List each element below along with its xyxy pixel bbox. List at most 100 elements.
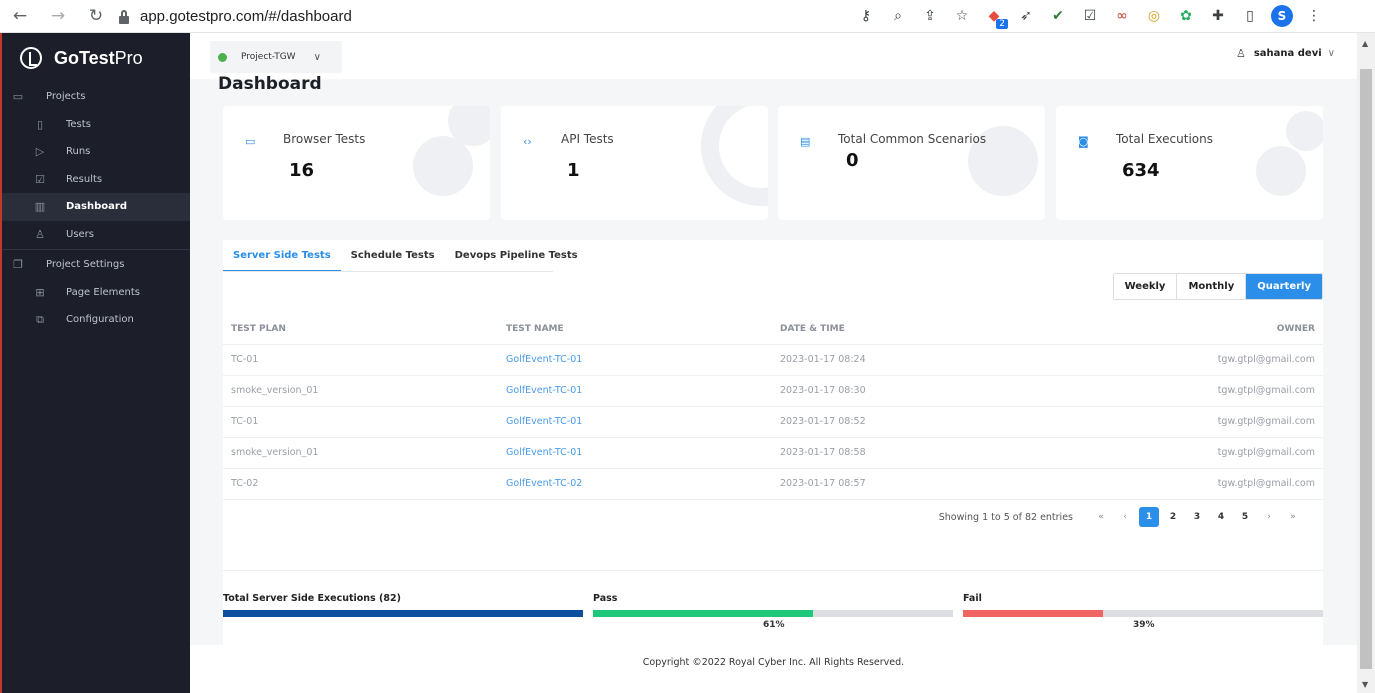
- card-api-tests[interactable]: ‹› API Tests 1: [501, 106, 768, 220]
- card-total-executions[interactable]: ◙ Total Executions 634: [1056, 106, 1323, 220]
- card-value: 1: [567, 160, 580, 181]
- glasses-extension-icon[interactable]: ∞: [1111, 5, 1133, 27]
- brand[interactable]: GoTestPro: [2, 33, 190, 83]
- sidebar-item-tests[interactable]: ▯ Tests: [2, 111, 190, 139]
- card-total-common-scenarios[interactable]: ▤ Total Common Scenarios 0: [778, 106, 1045, 220]
- checkbox-extension-icon[interactable]: ☑: [1079, 5, 1101, 27]
- cell-owner: tgw.gtpl@gmail.com: [1046, 468, 1323, 500]
- lock-icon: [118, 9, 130, 24]
- forward-button[interactable]: →: [46, 4, 70, 28]
- card-label: Browser Tests: [283, 132, 366, 146]
- cell-test-name-link[interactable]: GolfEvent-TC-01: [498, 344, 772, 376]
- fail-fill: [963, 610, 1104, 617]
- gotestpro-logo-icon: [20, 47, 42, 69]
- sidebar-item-projects[interactable]: ▭ Projects: [2, 83, 190, 111]
- star-icon[interactable]: ☆: [951, 5, 973, 27]
- reload-button[interactable]: ↻: [84, 4, 108, 28]
- cell-owner: tgw.gtpl@gmail.com: [1046, 344, 1323, 376]
- sidebar-item-label: Page Elements: [66, 286, 140, 298]
- profile-avatar[interactable]: S: [1271, 5, 1293, 27]
- scroll-up-icon[interactable]: ▲: [1362, 39, 1368, 48]
- next-page-button[interactable]: ›: [1259, 507, 1279, 527]
- cell-test-plan: TC-01: [223, 344, 498, 376]
- scrollbar-thumb[interactable]: [1360, 69, 1372, 669]
- back-button[interactable]: ←: [8, 4, 32, 28]
- cell-test-name-link[interactable]: GolfEvent-TC-01: [498, 406, 772, 438]
- compass-extension-icon[interactable]: ◎: [1143, 5, 1165, 27]
- key-icon[interactable]: ⚷: [855, 5, 877, 27]
- page-scrollbar[interactable]: ▲ ▼: [1357, 33, 1375, 693]
- browser-icon: ▭: [245, 135, 256, 148]
- page-button-5[interactable]: 5: [1235, 507, 1255, 527]
- cell-test-name-link[interactable]: GolfEvent-TC-02: [498, 468, 772, 500]
- tab-schedule-tests[interactable]: Schedule Tests: [341, 240, 445, 272]
- file-icon: ▯: [36, 117, 44, 131]
- cell-date-time: 2023-01-17 08:30: [772, 375, 1046, 407]
- tab-devops-pipeline-tests[interactable]: Devops Pipeline Tests: [445, 240, 588, 272]
- url-text[interactable]: app.gotestpro.com/#/dashboard: [140, 8, 352, 25]
- page-button-3[interactable]: 3: [1187, 507, 1207, 527]
- cell-test-name-link[interactable]: GolfEvent-TC-01: [498, 437, 772, 469]
- scroll-down-icon[interactable]: ▼: [1362, 680, 1368, 689]
- page-button-1[interactable]: 1: [1139, 507, 1159, 527]
- chevron-down-icon: ∨: [313, 51, 321, 63]
- sidebar-item-users[interactable]: ♙ Users: [2, 221, 190, 249]
- sidepanel-icon[interactable]: ▯: [1239, 5, 1261, 27]
- card-browser-tests[interactable]: ▭ Browser Tests 16: [223, 106, 490, 220]
- execution-summary: Total Server Side Executions (82) Pass 6…: [223, 570, 1323, 645]
- extension-badge-icon[interactable]: ◆ 2: [983, 5, 1008, 29]
- zoom-icon[interactable]: ⌕: [887, 5, 909, 27]
- tab-server-side-tests[interactable]: Server Side Tests: [223, 240, 341, 272]
- browser-actions: ⚷ ⌕ ⇪ ☆ ◆ 2 ➶ ✔ ☑ ∞ ◎ ✿ ✚ ▯ S ⋮: [850, 5, 1330, 29]
- monthly-button[interactable]: Monthly: [1177, 274, 1247, 299]
- sidebar-item-label: Users: [66, 228, 95, 240]
- first-page-button[interactable]: «: [1091, 507, 1111, 527]
- play-icon: ▷: [35, 145, 45, 159]
- card-value: 0: [846, 150, 859, 171]
- sidebar-item-results[interactable]: ☑ Results: [2, 166, 190, 194]
- pass-label: Pass: [593, 593, 618, 604]
- grid-icon: ⊞: [35, 285, 45, 299]
- sidebar-item-page-elements[interactable]: ⊞ Page Elements: [2, 279, 190, 307]
- prev-page-button[interactable]: ‹: [1115, 507, 1135, 527]
- puzzle-icon[interactable]: ✚: [1207, 5, 1229, 27]
- check-extension-icon[interactable]: ✔: [1047, 5, 1069, 27]
- page-button-2[interactable]: 2: [1163, 507, 1183, 527]
- cell-test-name-link[interactable]: GolfEvent-TC-01: [498, 375, 772, 407]
- page-title: Dashboard: [218, 74, 322, 94]
- project-selector[interactable]: Project-TGW ∨: [210, 41, 342, 73]
- fail-bar: Fail 39%: [963, 593, 1323, 630]
- cursor-extension-icon[interactable]: ➶: [1015, 5, 1037, 27]
- sidebar-item-label: Dashboard: [66, 201, 127, 213]
- bar-chart-icon: ▥: [34, 200, 46, 214]
- sidebar-item-dashboard[interactable]: ▥ Dashboard: [2, 193, 190, 221]
- brand-name: GoTestPro: [54, 47, 143, 68]
- share-icon[interactable]: ⇪: [919, 5, 941, 27]
- cell-owner: tgw.gtpl@gmail.com: [1046, 437, 1323, 469]
- cell-date-time: 2023-01-17 08:52: [772, 406, 1046, 438]
- sidebar-item-configuration[interactable]: ⧉ Configuration: [2, 306, 190, 334]
- pass-percent: 61%: [763, 620, 785, 630]
- sidebar-item-project-settings[interactable]: ❐ Project Settings: [2, 251, 190, 279]
- page-button-4[interactable]: 4: [1211, 507, 1231, 527]
- menu-icon[interactable]: ⋮: [1303, 5, 1325, 27]
- cell-test-plan: TC-02: [223, 468, 498, 500]
- gear-extension-icon[interactable]: ✿: [1175, 5, 1197, 27]
- column-header-owner[interactable]: OWNER: [1046, 314, 1323, 345]
- column-header-test-name[interactable]: TEST NAME: [498, 314, 772, 345]
- fail-track: [963, 610, 1323, 617]
- weekly-button[interactable]: Weekly: [1114, 274, 1178, 299]
- pass-fill: [593, 610, 813, 617]
- quarterly-button[interactable]: Quarterly: [1246, 274, 1322, 299]
- column-header-test-plan[interactable]: TEST PLAN: [223, 314, 498, 345]
- executions-table: TEST PLAN TEST NAME DATE & TIME OWNER TC…: [223, 314, 1323, 500]
- table-row: TC-02 GolfEvent-TC-02 2023-01-17 08:57 t…: [223, 468, 1323, 500]
- config-icon: ⧉: [36, 312, 44, 326]
- last-page-button[interactable]: »: [1283, 507, 1303, 527]
- sidebar-item-runs[interactable]: ▷ Runs: [2, 138, 190, 166]
- sidebar: GoTestPro ▭ Projects ▯ Tests ▷ Runs ☑ Re…: [0, 33, 190, 693]
- card-value: 634: [1122, 160, 1160, 181]
- column-header-date-time[interactable]: DATE & TIME: [772, 314, 1046, 345]
- user-menu[interactable]: ♙ sahana devi ∨: [1236, 47, 1335, 60]
- executions-icon: ◙: [1078, 135, 1089, 148]
